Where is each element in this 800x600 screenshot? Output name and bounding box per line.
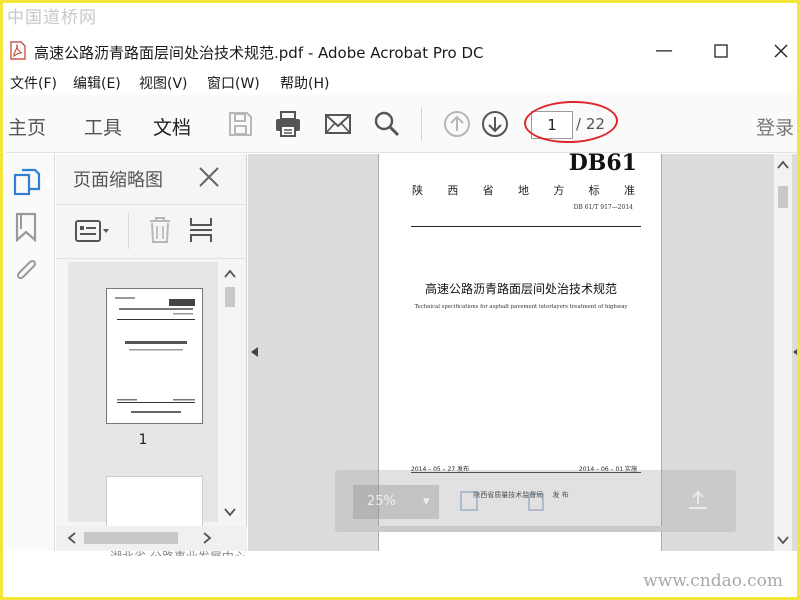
attachments-icon[interactable]: [12, 256, 42, 288]
category-char: 西: [447, 184, 459, 197]
page-down-icon[interactable]: [480, 109, 510, 139]
menu-file[interactable]: 文件(F): [10, 73, 57, 93]
category-char: 陕: [412, 184, 423, 197]
window-title: 高速公路沥青路面层间处治技术规范.pdf - Adobe Acrobat Pro…: [34, 44, 484, 62]
standard-number: DB 61/T 917—2014: [573, 204, 633, 211]
active-panel-marker: [44, 176, 52, 190]
fit-page-icon[interactable]: [457, 488, 483, 514]
category-char: 准: [623, 184, 635, 197]
menu-window[interactable]: 窗口(W): [207, 73, 260, 93]
login-button[interactable]: 登录: [756, 113, 794, 140]
standard-category: 陕 西 省 地 方 标 准: [412, 182, 635, 198]
close-icon: [774, 44, 788, 58]
menu-bar: 文件(F) 编辑(E) 视图(V) 窗口(W) 帮助(H): [6, 71, 797, 93]
maximize-button[interactable]: [706, 39, 736, 63]
expand-right-pane-arrow[interactable]: [793, 347, 797, 357]
main-toolbar: 主页 工具 文档 1 / 22 登录: [6, 95, 797, 153]
read-mode-icon[interactable]: [685, 488, 711, 514]
scrollbar-thumb[interactable]: [778, 186, 788, 208]
print-icon[interactable]: [273, 109, 303, 139]
bookmarks-icon[interactable]: [12, 211, 42, 243]
insert-page-icon[interactable]: [188, 215, 214, 245]
document-viewer[interactable]: DB61 陕 西 省 地 方 标 准 DB 61/T 917—2014 高速公路…: [248, 150, 797, 551]
watermark-bottom: www.cndao.com: [643, 571, 783, 591]
collapse-left-pane-arrow[interactable]: [251, 347, 258, 357]
floating-page-toolbar: 25% ▾: [335, 470, 736, 532]
title-bar: 高速公路沥青路面层间处治技术规范.pdf - Adobe Acrobat Pro…: [6, 33, 797, 69]
search-icon[interactable]: [372, 109, 402, 139]
minimize-button[interactable]: —: [649, 39, 679, 63]
tools-separator: [128, 213, 129, 249]
rotate-icon[interactable]: [523, 488, 549, 514]
page-thumbnail[interactable]: [106, 288, 203, 424]
menu-view[interactable]: 视图(V): [139, 73, 188, 93]
menu-edit[interactable]: 编辑(E): [73, 73, 121, 93]
document-title-en: Technical specifications for asphalt pav…: [414, 304, 628, 310]
page-thumbnails-icon[interactable]: [12, 166, 42, 198]
document-title-cn: 高速公路沥青路面层间处治技术规范: [424, 282, 617, 296]
watermark-top: 中国道桥网: [7, 8, 97, 28]
tab-document[interactable]: 文档: [153, 113, 191, 140]
close-panel-icon[interactable]: [196, 164, 222, 190]
save-icon[interactable]: [225, 109, 255, 139]
acrobat-file-icon: [10, 41, 26, 60]
category-char: 方: [553, 184, 565, 197]
navigation-rail: [6, 154, 55, 551]
zoom-value: 25%: [367, 494, 396, 509]
thumbnail-page-number: 1: [138, 432, 148, 448]
category-char: 省: [482, 184, 494, 197]
highlight-oval: [523, 99, 619, 145]
category-char: 地: [517, 184, 529, 197]
maximize-icon: [714, 44, 728, 58]
chevron-down-icon: ▾: [423, 494, 430, 509]
options-menu-icon[interactable]: [74, 217, 116, 245]
document-vertical-scrollbar[interactable]: [774, 154, 792, 551]
close-window-button[interactable]: [766, 39, 796, 63]
thumbnail-list: 1: [68, 262, 218, 536]
zoom-level-select[interactable]: 25% ▾: [353, 485, 439, 519]
screenshot-frame: 中国道桥网 高速公路沥青路面层间处治技术规范.pdf - Adobe Acrob…: [0, 0, 800, 600]
toolbar-separator: [421, 107, 422, 141]
tab-tools[interactable]: 工具: [84, 113, 122, 140]
panel-title: 页面缩略图: [73, 170, 163, 191]
cut-off-text: …湖北省·公路事业发展中心…: [98, 548, 258, 556]
menu-help[interactable]: 帮助(H): [280, 73, 329, 93]
thumbnail-horizontal-scrollbar[interactable]: [56, 526, 247, 550]
tab-home[interactable]: 主页: [8, 113, 46, 140]
standard-code: DB61: [568, 150, 637, 176]
delete-page-icon[interactable]: [146, 215, 174, 245]
email-icon[interactable]: [323, 109, 353, 139]
document-page: [378, 532, 662, 551]
thumbnail-preview: [115, 297, 195, 413]
thumbnail-toolbar: [56, 204, 247, 259]
thumbnails-panel: 页面缩略图 1: [56, 154, 247, 551]
thumbnail-vertical-scrollbar[interactable]: [221, 262, 239, 524]
category-char: 标: [588, 184, 600, 197]
divider-line: [411, 226, 641, 227]
page-up-icon[interactable]: [442, 109, 472, 139]
